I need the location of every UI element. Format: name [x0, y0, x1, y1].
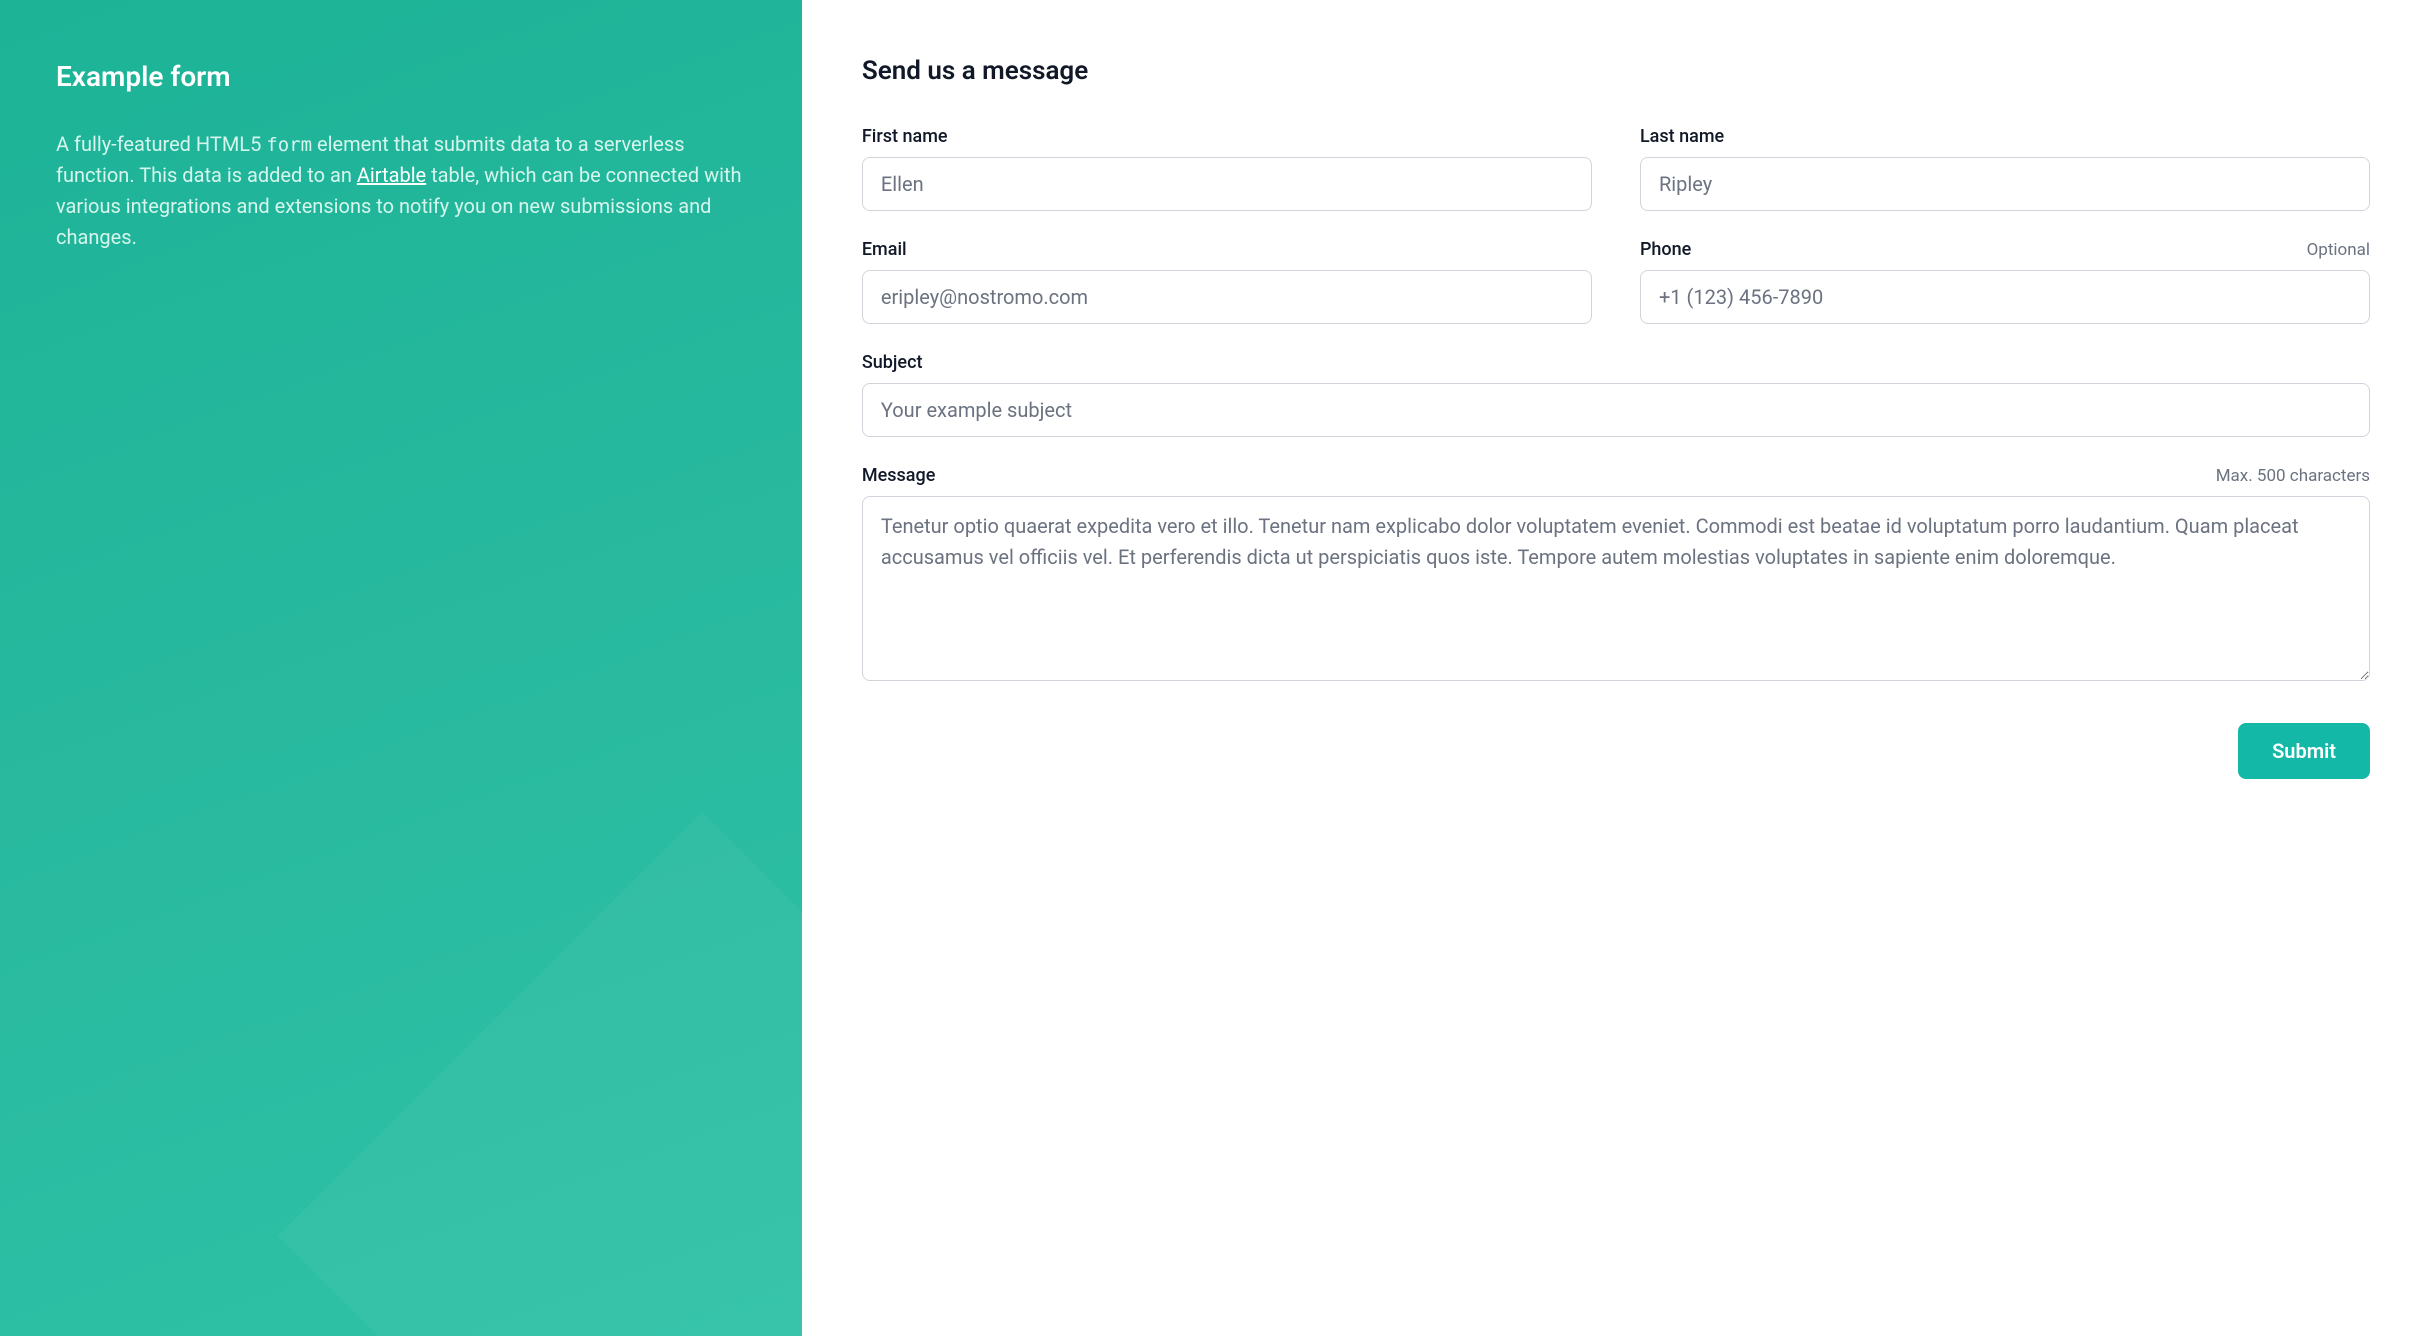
desc-code: form: [266, 134, 312, 156]
phone-field: Phone Optional: [1640, 239, 2370, 324]
subject-label: Subject: [862, 352, 923, 373]
sidebar-title: Example form: [56, 60, 746, 93]
email-label: Email: [862, 239, 907, 260]
email-input[interactable]: [862, 270, 1592, 324]
form-title: Send us a message: [862, 56, 2370, 86]
subject-input[interactable]: [862, 383, 2370, 437]
message-field: Message Max. 500 characters: [862, 465, 2370, 681]
form-actions: Submit: [862, 723, 2370, 779]
contact-form: First name Last name Email: [862, 126, 2370, 779]
message-textarea[interactable]: [862, 496, 2370, 681]
main-content: Send us a message First name Last name: [802, 0, 2430, 1336]
email-field: Email: [862, 239, 1592, 324]
last-name-label: Last name: [1640, 126, 1724, 147]
phone-hint: Optional: [2307, 240, 2370, 260]
sidebar: Example form A fully-featured HTML5 form…: [0, 0, 802, 1336]
last-name-field: Last name: [1640, 126, 2370, 211]
first-name-field: First name: [862, 126, 1592, 211]
message-label: Message: [862, 465, 935, 486]
desc-text: A fully-featured HTML5: [56, 132, 266, 156]
phone-label: Phone: [1640, 239, 1691, 260]
airtable-link[interactable]: Airtable: [357, 163, 426, 187]
first-name-input[interactable]: [862, 157, 1592, 211]
subject-field: Subject: [862, 352, 2370, 437]
first-name-label: First name: [862, 126, 948, 147]
message-hint: Max. 500 characters: [2216, 466, 2370, 486]
phone-input[interactable]: [1640, 270, 2370, 324]
last-name-input[interactable]: [1640, 157, 2370, 211]
sidebar-description: A fully-featured HTML5 form element that…: [56, 129, 746, 253]
submit-button[interactable]: Submit: [2238, 723, 2370, 779]
